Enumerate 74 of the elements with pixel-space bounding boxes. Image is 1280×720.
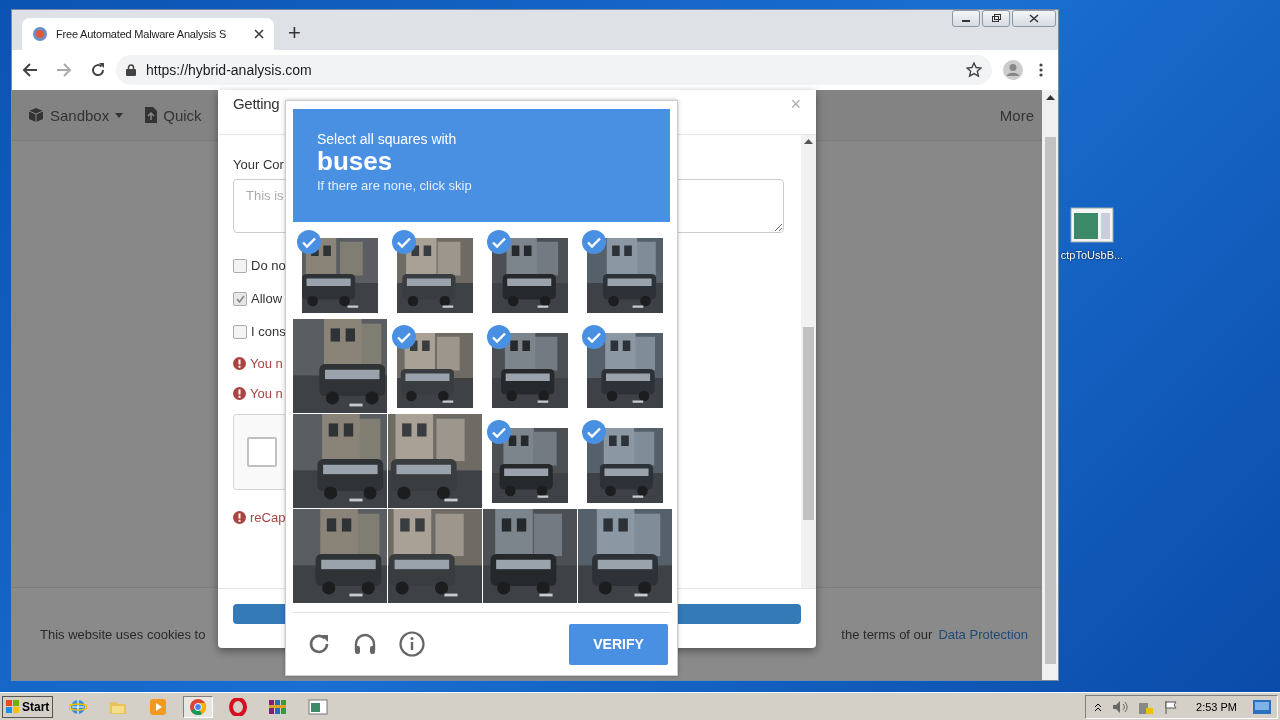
exclamation-icon — [233, 510, 246, 524]
modal-title: Getting — [233, 95, 280, 112]
browser-icon — [189, 697, 208, 716]
show-desktop-icon[interactable] — [1253, 699, 1271, 714]
cookie-notice-text: the terms of our — [841, 626, 933, 642]
checkbox[interactable] — [233, 324, 247, 339]
star-icon[interactable] — [966, 62, 982, 78]
headphones-icon[interactable] — [353, 632, 377, 656]
scroll-up-icon[interactable] — [804, 139, 813, 145]
check-icon — [582, 325, 606, 349]
nav-item[interactable]: Sandbox — [28, 106, 124, 124]
close-icon[interactable] — [254, 29, 264, 39]
profile-icon[interactable] — [1002, 59, 1024, 81]
check-icon — [487, 230, 511, 254]
check-icon — [392, 325, 416, 349]
info-icon[interactable] — [399, 631, 425, 657]
scroll-up-icon[interactable] — [1045, 95, 1055, 101]
error-message: You n — [250, 385, 283, 401]
address-bar[interactable]: https://hybrid-analysis.com — [116, 55, 992, 85]
forward-icon[interactable] — [56, 62, 72, 78]
restore-button[interactable] — [982, 10, 1010, 27]
error-message: reCap — [250, 509, 286, 525]
check-icon — [392, 230, 416, 254]
exclamation-icon — [233, 386, 246, 400]
browser-tab[interactable]: Free Automated Malware Analysis S — [22, 18, 274, 50]
caret-icon — [115, 112, 124, 118]
captcha-target: buses — [317, 147, 393, 176]
checkbox-label: Do no — [251, 258, 286, 273]
checkbox[interactable] — [233, 291, 247, 306]
back-icon[interactable] — [22, 62, 38, 78]
desktop-icon-label[interactable]: ctpToUsbB... — [1060, 249, 1124, 261]
check-icon — [297, 230, 321, 254]
windows-logo-icon — [6, 699, 20, 714]
nav-item[interactable]: More — [999, 106, 1034, 124]
verify-button[interactable]: VERIFY — [569, 623, 668, 665]
window-icon[interactable] — [1070, 207, 1114, 243]
taskbar-button[interactable] — [183, 695, 214, 718]
checkbox[interactable] — [247, 437, 277, 467]
check-icon — [487, 420, 511, 444]
file-upload-icon — [145, 107, 158, 123]
nav-item[interactable]: Quick — [145, 106, 202, 124]
ring-icon — [229, 697, 248, 716]
checkbox-label: Allow — [251, 291, 283, 306]
field-label: Your Cor — [233, 157, 284, 172]
captcha-hint: If there are none, click skip — [317, 177, 472, 193]
lock-icon — [126, 64, 136, 76]
checkbox-label: I cons — [251, 324, 286, 339]
speaker-icon[interactable] — [1112, 699, 1129, 714]
check-icon — [487, 325, 511, 349]
check-icon — [582, 420, 606, 444]
scrollbar[interactable] — [801, 135, 816, 588]
cookie-notice-text: This website uses cookies to — [40, 626, 206, 642]
check-icon — [582, 230, 606, 254]
window-icon — [308, 698, 329, 715]
reload-icon[interactable] — [307, 632, 331, 656]
flag-icon[interactable] — [1164, 699, 1179, 714]
close-button[interactable] — [1012, 10, 1056, 27]
restore-icon — [991, 14, 1001, 23]
reload-icon[interactable] — [90, 62, 106, 78]
play-icon — [149, 697, 168, 716]
menu-icon[interactable] — [1038, 62, 1044, 78]
scrollbar[interactable] — [1042, 90, 1058, 680]
chevron-icon[interactable] — [1094, 701, 1103, 712]
books-icon — [268, 697, 289, 716]
start-button[interactable]: Start — [2, 695, 54, 718]
clock[interactable]: 2:53 PM — [1196, 700, 1237, 713]
new-tab-button[interactable]: + — [284, 20, 305, 46]
cube-icon — [28, 107, 44, 123]
minimize-button[interactable] — [952, 10, 980, 27]
error-message: You n — [250, 355, 283, 371]
exclamation-icon — [233, 356, 246, 370]
checkbox[interactable] — [233, 258, 247, 273]
captcha-prompt: Select all squares with — [317, 131, 457, 147]
close-icon — [1029, 14, 1039, 23]
